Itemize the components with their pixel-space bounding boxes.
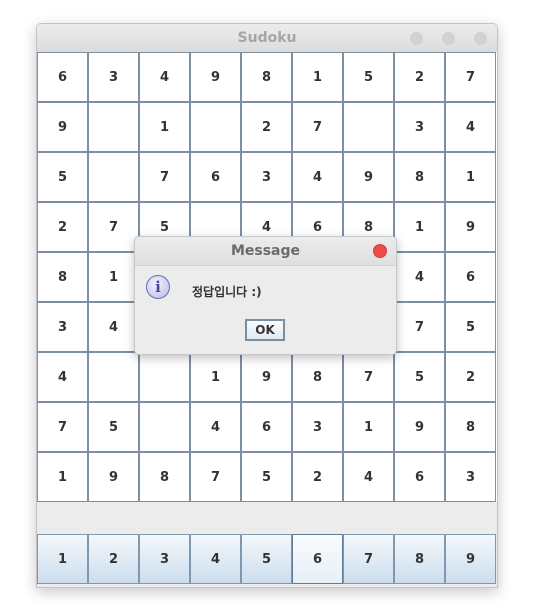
board-cell-r9-c5[interactable]: 5: [241, 452, 292, 502]
board-cell-r8-c3[interactable]: [139, 402, 190, 452]
board-cell-r1-c5[interactable]: 8: [241, 52, 292, 102]
board-cell-r4-c9[interactable]: 9: [445, 202, 496, 252]
board-cell-r7-c3[interactable]: [139, 352, 190, 402]
board-cell-r8-c6[interactable]: 3: [292, 402, 343, 452]
maximize-button[interactable]: [442, 32, 455, 45]
board-cell-r3-c7[interactable]: 9: [343, 152, 394, 202]
board-cell-r9-c4[interactable]: 7: [190, 452, 241, 502]
board-cell-r5-c1[interactable]: 8: [37, 252, 88, 302]
board-cell-r7-c8[interactable]: 5: [394, 352, 445, 402]
info-icon: i: [146, 275, 170, 299]
board-cell-r9-c9[interactable]: 3: [445, 452, 496, 502]
number-button-4[interactable]: 4: [190, 534, 241, 584]
number-button-8[interactable]: 8: [394, 534, 445, 584]
board-cell-r3-c4[interactable]: 6: [190, 152, 241, 202]
board-cell-r3-c1[interactable]: 5: [37, 152, 88, 202]
board-cell-r9-c6[interactable]: 2: [292, 452, 343, 502]
board-cell-r6-c2[interactable]: 4: [88, 302, 139, 352]
title-bar[interactable]: Sudoku: [37, 24, 497, 53]
board-cell-r3-c9[interactable]: 1: [445, 152, 496, 202]
board-cell-r7-c9[interactable]: 2: [445, 352, 496, 402]
board-cell-r9-c8[interactable]: 6: [394, 452, 445, 502]
board-cell-r2-c8[interactable]: 3: [394, 102, 445, 152]
board-cell-r3-c3[interactable]: 7: [139, 152, 190, 202]
number-button-1[interactable]: 1: [37, 534, 88, 584]
minimize-button[interactable]: [410, 32, 423, 45]
board-cell-r8-c5[interactable]: 6: [241, 402, 292, 452]
board-cell-r8-c2[interactable]: 5: [88, 402, 139, 452]
board-cell-r1-c3[interactable]: 4: [139, 52, 190, 102]
board-cell-r9-c2[interactable]: 9: [88, 452, 139, 502]
board-cell-r1-c1[interactable]: 6: [37, 52, 88, 102]
dialog-title: Message: [230, 243, 301, 259]
board-cell-r7-c6[interactable]: 8: [292, 352, 343, 402]
board-cell-r6-c1[interactable]: 3: [37, 302, 88, 352]
window-title: Sudoku: [237, 30, 297, 46]
number-button-6[interactable]: 6: [292, 534, 343, 584]
board-cell-r1-c8[interactable]: 2: [394, 52, 445, 102]
board-cell-r5-c2[interactable]: 1: [88, 252, 139, 302]
number-button-5[interactable]: 5: [241, 534, 292, 584]
board-cell-r2-c5[interactable]: 2: [241, 102, 292, 152]
board-cell-r9-c1[interactable]: 1: [37, 452, 88, 502]
board-cell-r8-c8[interactable]: 9: [394, 402, 445, 452]
board-cell-r7-c4[interactable]: 1: [190, 352, 241, 402]
number-button-bar: 123456789: [37, 534, 497, 584]
board-cell-r2-c1[interactable]: 9: [37, 102, 88, 152]
board-cell-r1-c9[interactable]: 7: [445, 52, 496, 102]
number-button-9[interactable]: 9: [445, 534, 496, 584]
dialog-close-button[interactable]: [373, 244, 387, 258]
board-cell-r8-c4[interactable]: 4: [190, 402, 241, 452]
board-cell-r5-c9[interactable]: 6: [445, 252, 496, 302]
board-cell-r2-c7[interactable]: [343, 102, 394, 152]
board-cell-r7-c1[interactable]: 4: [37, 352, 88, 402]
board-cell-r2-c2[interactable]: [88, 102, 139, 152]
board-cell-r4-c1[interactable]: 2: [37, 202, 88, 252]
dialog-message: 정답입니다 :): [192, 285, 262, 299]
board-cell-r8-c9[interactable]: 8: [445, 402, 496, 452]
board-cell-r1-c7[interactable]: 5: [343, 52, 394, 102]
board-cell-r2-c9[interactable]: 4: [445, 102, 496, 152]
close-button[interactable]: [474, 32, 487, 45]
board-cell-r7-c2[interactable]: [88, 352, 139, 402]
board-cell-r2-c6[interactable]: 7: [292, 102, 343, 152]
number-button-3[interactable]: 3: [139, 534, 190, 584]
board-cell-r4-c2[interactable]: 7: [88, 202, 139, 252]
board-cell-r1-c6[interactable]: 1: [292, 52, 343, 102]
board-cell-r6-c9[interactable]: 5: [445, 302, 496, 352]
board-cell-r8-c7[interactable]: 1: [343, 402, 394, 452]
board-cell-r3-c2[interactable]: [88, 152, 139, 202]
number-button-2[interactable]: 2: [88, 534, 139, 584]
number-button-7[interactable]: 7: [343, 534, 394, 584]
board-cell-r3-c6[interactable]: 4: [292, 152, 343, 202]
board-cell-r5-c8[interactable]: 4: [394, 252, 445, 302]
board-cell-r1-c2[interactable]: 3: [88, 52, 139, 102]
board-cell-r8-c1[interactable]: 7: [37, 402, 88, 452]
dialog-title-bar[interactable]: Message: [135, 237, 396, 266]
ok-button[interactable]: OK: [245, 319, 285, 341]
message-dialog: Message i 정답입니다 :) OK: [134, 236, 397, 355]
board-cell-r2-c4[interactable]: [190, 102, 241, 152]
board-cell-r9-c3[interactable]: 8: [139, 452, 190, 502]
board-cell-r3-c8[interactable]: 8: [394, 152, 445, 202]
board-cell-r9-c7[interactable]: 4: [343, 452, 394, 502]
board-cell-r7-c7[interactable]: 7: [343, 352, 394, 402]
board-cell-r6-c8[interactable]: 7: [394, 302, 445, 352]
board-cell-r3-c5[interactable]: 3: [241, 152, 292, 202]
board-cell-r2-c3[interactable]: 1: [139, 102, 190, 152]
board-cell-r4-c8[interactable]: 1: [394, 202, 445, 252]
board-cell-r7-c5[interactable]: 9: [241, 352, 292, 402]
board-cell-r1-c4[interactable]: 9: [190, 52, 241, 102]
